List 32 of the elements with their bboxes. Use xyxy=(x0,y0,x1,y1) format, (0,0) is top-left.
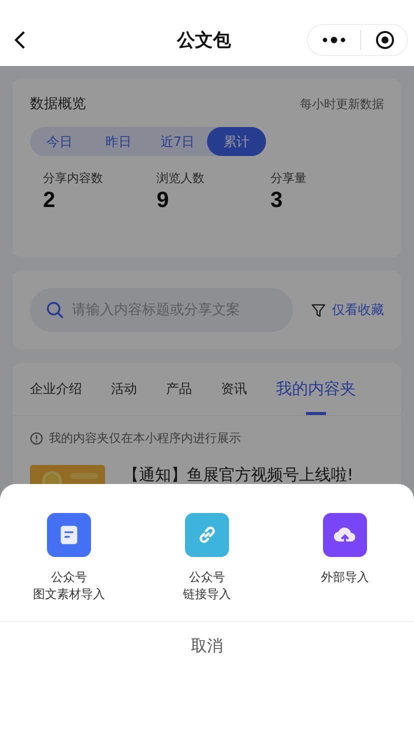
notice-text: 我的内容夹仅在本小程序内进行展示 xyxy=(49,430,241,447)
option-label: 外部导入 xyxy=(321,569,369,586)
category-tab[interactable]: 资讯 xyxy=(221,363,247,415)
category-tab[interactable]: 产品 xyxy=(166,363,192,415)
import-option[interactable]: 公众号 链接导入 xyxy=(138,513,276,621)
cancel-button[interactable]: 取消 xyxy=(191,636,223,657)
option-label: 图文素材导入 xyxy=(33,586,105,603)
search-icon xyxy=(46,301,64,319)
stat-value: 3 xyxy=(270,187,284,213)
import-option[interactable]: 外部导入 xyxy=(276,513,414,621)
period-tab[interactable]: 累计 xyxy=(207,127,266,156)
stat-value: 9 xyxy=(156,187,170,213)
back-icon[interactable] xyxy=(14,30,26,50)
stat-label: 分享量 xyxy=(270,170,308,187)
option-label: 公众号 xyxy=(51,569,87,586)
stat-label: 浏览人数 xyxy=(156,170,206,187)
favorites-filter[interactable]: 仅看收藏 xyxy=(311,301,384,319)
info-icon xyxy=(30,432,43,445)
stat-value: 2 xyxy=(43,187,56,213)
category-tab[interactable]: 企业介绍 xyxy=(30,363,82,415)
stat-label: 分享内容数 xyxy=(43,170,104,187)
filter-icon xyxy=(311,302,326,318)
section-title: 数据概览 xyxy=(30,95,86,113)
page-title: 公文包 xyxy=(176,29,232,52)
more-icon[interactable] xyxy=(322,36,346,44)
import-option[interactable]: 公众号 图文素材导入 xyxy=(0,513,138,621)
category-tab[interactable]: 活动 xyxy=(111,363,137,415)
filter-label: 仅看收藏 xyxy=(332,302,384,319)
option-label: 公众号 xyxy=(189,569,225,586)
category-tab[interactable]: 我的内容夹 xyxy=(276,363,356,415)
option-label: 链接导入 xyxy=(183,586,231,603)
update-note: 每小时更新数据 xyxy=(300,96,384,112)
